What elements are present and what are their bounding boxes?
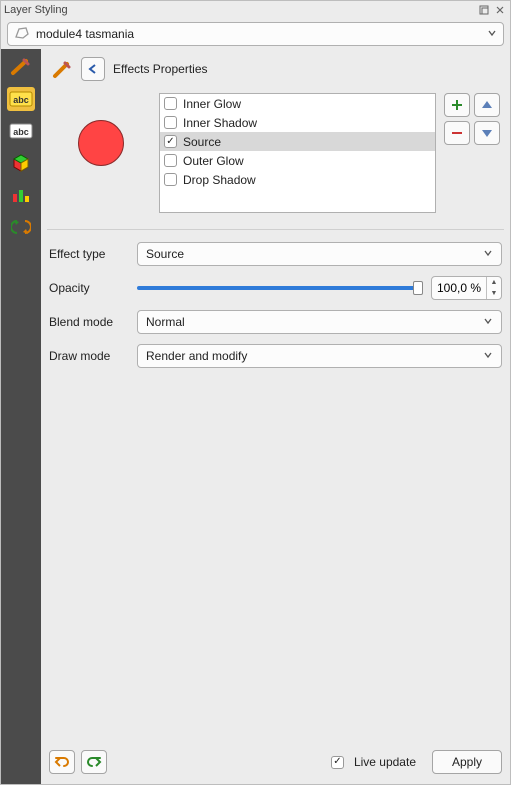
redo-button[interactable] <box>81 750 107 774</box>
tab-history[interactable] <box>7 215 35 239</box>
opacity-label: Opacity <box>49 281 129 295</box>
effects-list-item[interactable]: Outer Glow <box>160 151 435 170</box>
tab-3d-view[interactable] <box>7 151 35 175</box>
move-down-button[interactable] <box>474 121 500 145</box>
side-tabs: abc abc <box>1 49 41 784</box>
effect-checkbox[interactable] <box>164 97 177 110</box>
tab-labels[interactable]: abc <box>7 87 35 111</box>
effect-checkbox[interactable] <box>164 173 177 186</box>
spin-down-button[interactable]: ▼ <box>487 288 501 299</box>
opacity-spinbox[interactable]: ▲ ▼ <box>431 276 502 300</box>
effect-checkbox[interactable] <box>164 154 177 167</box>
add-effect-button[interactable] <box>444 93 470 117</box>
window-undock-button[interactable] <box>477 3 491 17</box>
effects-list[interactable]: Inner Glow Inner Shadow Source Outer Glo… <box>159 93 436 213</box>
tab-diagrams[interactable] <box>7 183 35 207</box>
effect-checkbox[interactable] <box>164 116 177 129</box>
effects-list-item[interactable]: Drop Shadow <box>160 170 435 189</box>
live-update-label: Live update <box>354 755 416 769</box>
layer-select[interactable]: module4 tasmania <box>7 22 504 46</box>
layer-name: module4 tasmania <box>36 27 134 41</box>
effect-label: Outer Glow <box>183 154 244 168</box>
title-bar: Layer Styling <box>1 1 510 19</box>
svg-text:abc: abc <box>13 127 29 137</box>
separator <box>47 229 504 230</box>
chevron-down-icon <box>487 27 497 41</box>
blend-mode-label: Blend mode <box>49 315 129 329</box>
preview-swatch <box>78 120 124 166</box>
draw-mode-value: Render and modify <box>146 349 247 363</box>
chevron-down-icon <box>483 349 493 363</box>
opacity-slider[interactable] <box>137 281 423 295</box>
chevron-down-icon <box>483 315 493 329</box>
window-close-button[interactable] <box>493 3 507 17</box>
effect-checkbox[interactable] <box>164 135 177 148</box>
apply-button-label: Apply <box>452 755 482 769</box>
effect-type-select[interactable]: Source <box>137 242 502 266</box>
draw-mode-label: Draw mode <box>49 349 129 363</box>
effects-list-item[interactable]: Source <box>160 132 435 151</box>
effects-list-item[interactable]: Inner Glow <box>160 94 435 113</box>
draw-mode-select[interactable]: Render and modify <box>137 344 502 368</box>
blend-mode-value: Normal <box>146 315 185 329</box>
move-up-button[interactable] <box>474 93 500 117</box>
layer-polygon-icon <box>14 26 30 43</box>
svg-text:abc: abc <box>13 95 29 105</box>
effects-list-item[interactable]: Inner Shadow <box>160 113 435 132</box>
effect-label: Inner Shadow <box>183 116 257 130</box>
panel-title: Effects Properties <box>113 62 208 76</box>
apply-button[interactable]: Apply <box>432 750 502 774</box>
effect-type-value: Source <box>146 247 184 261</box>
blend-mode-select[interactable]: Normal <box>137 310 502 334</box>
opacity-input[interactable] <box>432 280 486 296</box>
symbol-preview <box>51 93 151 193</box>
undo-button[interactable] <box>49 750 75 774</box>
spin-up-button[interactable]: ▲ <box>487 277 501 288</box>
tab-masks[interactable]: abc <box>7 119 35 143</box>
brush-icon <box>51 58 73 80</box>
live-update-checkbox[interactable] <box>331 756 344 769</box>
effect-type-label: Effect type <box>49 247 129 261</box>
effect-label: Drop Shadow <box>183 173 256 187</box>
remove-effect-button[interactable] <box>444 121 470 145</box>
chevron-down-icon <box>483 247 493 261</box>
tab-symbology[interactable] <box>7 55 35 79</box>
effect-label: Source <box>183 135 221 149</box>
back-button[interactable] <box>81 57 105 81</box>
window-title: Layer Styling <box>4 4 68 16</box>
effect-label: Inner Glow <box>183 97 241 111</box>
